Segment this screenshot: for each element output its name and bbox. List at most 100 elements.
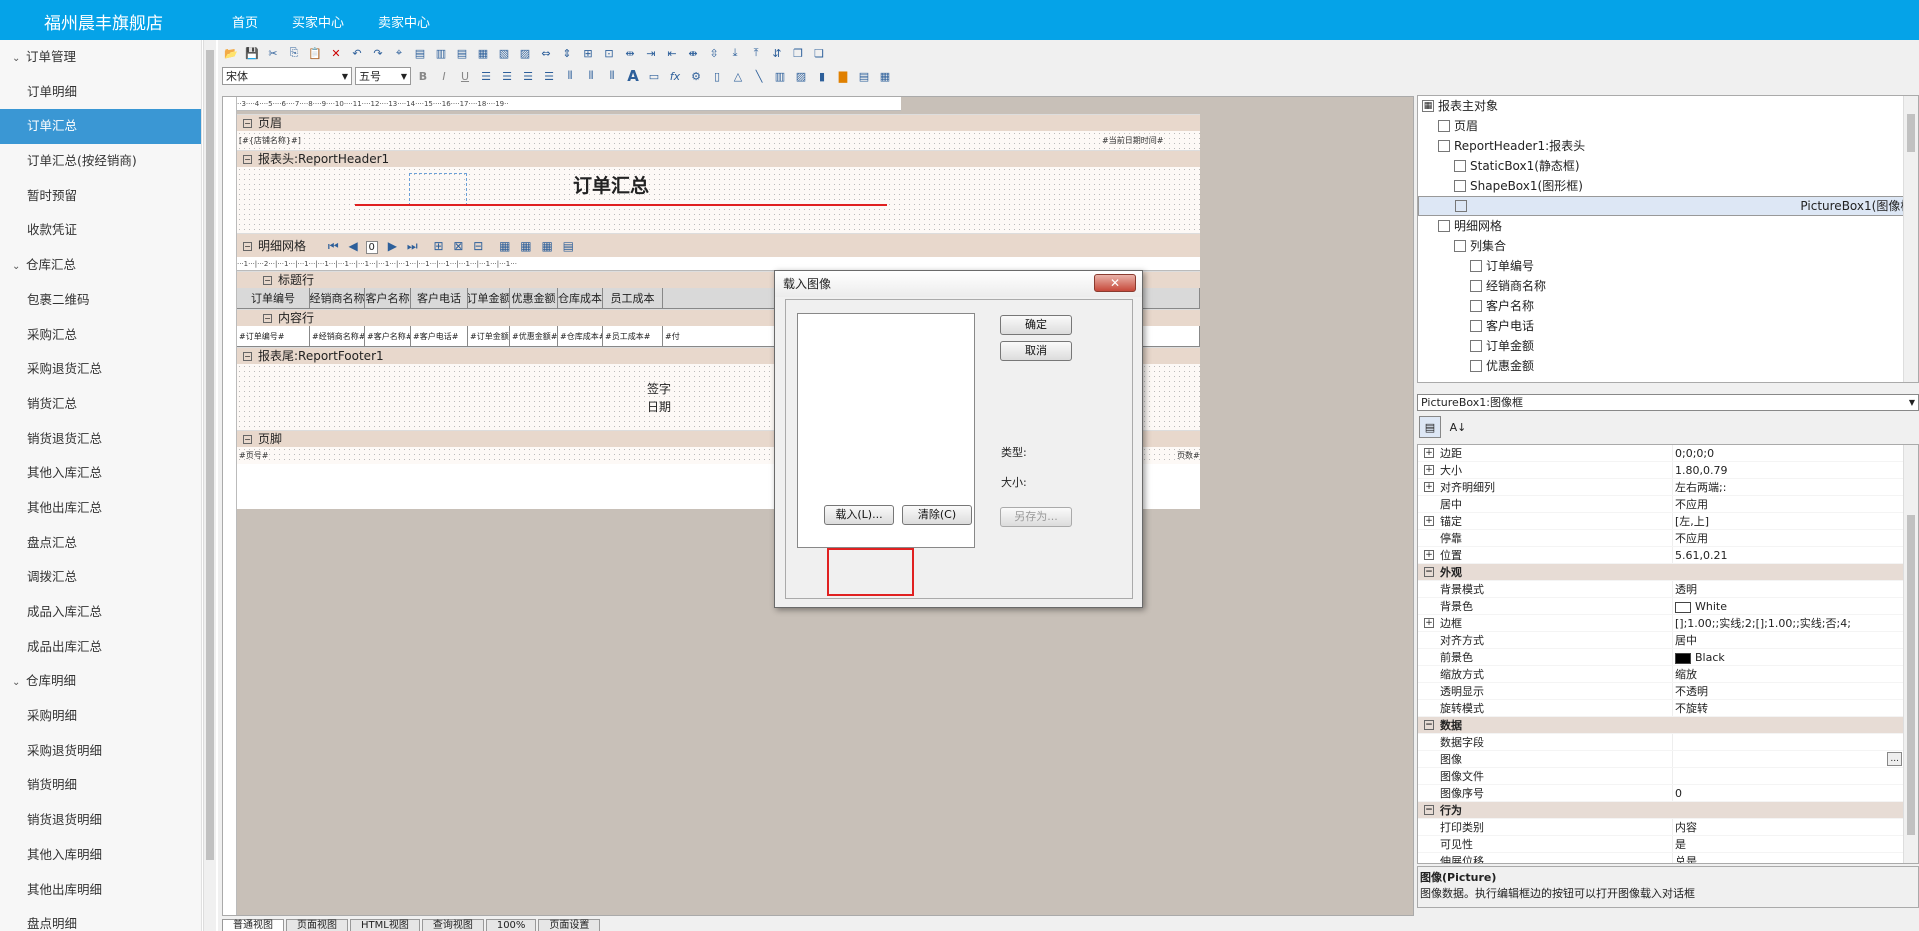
same-size-icon[interactable]: ⊞: [579, 44, 597, 62]
grid-cell-field[interactable]: #订单编号#: [237, 326, 310, 346]
view-tab[interactable]: 普通视图: [222, 919, 284, 931]
memo-icon[interactable]: ▯: [708, 67, 726, 85]
last-page-icon[interactable]: ⏭: [407, 239, 418, 253]
sidebar-item[interactable]: 盘点明细: [0, 907, 201, 931]
sidebar-item[interactable]: 订单明细: [0, 75, 201, 110]
sidebar-item[interactable]: 其他入库明细: [0, 838, 201, 873]
collapse-icon[interactable]: −: [243, 242, 252, 251]
delete-icon[interactable]: ✕: [327, 44, 345, 62]
collapse-icon[interactable]: −: [243, 435, 252, 444]
property-row[interactable]: + 对齐明细列 左右两端;:: [1418, 479, 1918, 496]
align-middle-icon[interactable]: ▧: [495, 44, 513, 62]
text-right-icon[interactable]: ☰: [519, 67, 537, 85]
tree-node[interactable]: 明细网格: [1418, 216, 1918, 236]
property-row[interactable]: 伸展位移 总是: [1418, 853, 1918, 863]
h-space-rm-icon[interactable]: ⇼: [684, 44, 702, 62]
subreport-icon[interactable]: ▤: [855, 67, 873, 85]
property-value[interactable]: 总是: [1672, 853, 1918, 863]
text-left-icon[interactable]: ☰: [477, 67, 495, 85]
bring-front-icon[interactable]: ❐: [789, 44, 807, 62]
grid-tool-icon[interactable]: ▤: [563, 239, 574, 253]
italic-icon[interactable]: I: [435, 67, 453, 85]
tree-scrollbar[interactable]: [1903, 96, 1918, 382]
property-row[interactable]: + 边距 0;0;0;0: [1418, 445, 1918, 462]
property-category[interactable]: − 行为: [1418, 802, 1918, 819]
property-row[interactable]: 图像文件: [1418, 768, 1918, 785]
grid-snap-icon[interactable]: ⊡: [600, 44, 618, 62]
tree-node[interactable]: ▦ 报表主对象: [1418, 96, 1918, 116]
property-value[interactable]: Black: [1672, 649, 1918, 665]
h-space-inc-icon[interactable]: ⇥: [642, 44, 660, 62]
property-value[interactable]: 透明: [1672, 581, 1918, 597]
copy-icon[interactable]: ⎘: [285, 44, 303, 62]
property-value[interactable]: 左右两端;:: [1672, 479, 1918, 495]
undo-icon[interactable]: ↶: [348, 44, 366, 62]
shape-icon[interactable]: △: [729, 67, 747, 85]
view-tab[interactable]: 页面设置: [538, 919, 601, 931]
collapse-icon[interactable]: −: [1424, 805, 1434, 815]
v-space-icon[interactable]: ⇳: [705, 44, 723, 62]
sidebar-group[interactable]: ⌄ 仓库汇总: [0, 248, 201, 283]
align-center-icon[interactable]: ▥: [432, 44, 450, 62]
next-page-icon[interactable]: ▶: [388, 239, 397, 253]
grid-column-header[interactable]: 经销商名称: [310, 288, 365, 308]
save-as-button[interactable]: 另存为...: [1000, 507, 1072, 527]
property-value[interactable]: ...: [1672, 751, 1918, 767]
sidebar-scrollbar[interactable]: [203, 40, 216, 931]
property-row[interactable]: 缩放方式 缩放: [1418, 666, 1918, 683]
property-row[interactable]: + 位置 5.61,0.21: [1418, 547, 1918, 564]
tree-node[interactable]: 经销商名称: [1418, 276, 1918, 296]
property-row[interactable]: 旋转模式 不旋转: [1418, 700, 1918, 717]
line-icon[interactable]: ╲: [750, 67, 768, 85]
nav-buyer-center[interactable]: 买家中心: [292, 12, 344, 31]
report-header-band[interactable]: 订单汇总: [237, 167, 1200, 233]
expand-icon[interactable]: +: [1424, 482, 1434, 492]
store-name-field[interactable]: [#{店铺名称}#]: [239, 135, 301, 146]
save-icon[interactable]: 💾: [243, 44, 261, 62]
grid-column-header[interactable]: 优惠金额: [510, 288, 558, 308]
collapse-icon[interactable]: −: [263, 314, 272, 323]
grid-tool-icon[interactable]: ⊠: [453, 239, 463, 253]
property-row[interactable]: 背景模式 透明: [1418, 581, 1918, 598]
h-space-dec-icon[interactable]: ⇤: [663, 44, 681, 62]
property-category[interactable]: − 数据: [1418, 717, 1918, 734]
page-header-band-title[interactable]: − 页眉: [237, 114, 1200, 131]
categorized-icon[interactable]: ▤: [1419, 416, 1441, 438]
property-row[interactable]: 图像序号 0: [1418, 785, 1918, 802]
grid-cell-field[interactable]: #员工成本#: [603, 326, 663, 346]
col-left-icon[interactable]: ⫴: [561, 67, 579, 85]
property-value[interactable]: 不应用: [1672, 496, 1918, 512]
grid-tool-icon[interactable]: ▦: [520, 239, 531, 253]
underline-icon[interactable]: U: [456, 67, 474, 85]
sidebar-item[interactable]: 订单汇总: [0, 109, 201, 145]
picture-box-selected[interactable]: [409, 173, 467, 206]
cut-icon[interactable]: ✂: [264, 44, 282, 62]
prev-page-icon[interactable]: ◀: [348, 239, 357, 253]
send-back-icon[interactable]: ❏: [810, 44, 828, 62]
sidebar-item[interactable]: 盘点汇总: [0, 526, 201, 561]
property-row[interactable]: + 边框 [];1.00;;实线;2;[];1.00;;实线;否;4;: [1418, 615, 1918, 632]
expand-icon[interactable]: +: [1424, 550, 1434, 560]
sidebar-item[interactable]: 采购明细: [0, 699, 201, 734]
grid-column-header[interactable]: 订单编号: [237, 288, 310, 308]
v-space-rm-icon[interactable]: ⇵: [768, 44, 786, 62]
tree-node[interactable]: 客户电话: [1418, 316, 1918, 336]
sign-label[interactable]: 签字: [647, 380, 671, 397]
h-space-icon[interactable]: ⇹: [621, 44, 639, 62]
close-icon[interactable]: ✕: [1094, 274, 1136, 292]
tree-node[interactable]: ReportHeader1:报表头: [1418, 136, 1918, 156]
barcode-icon[interactable]: ▥: [771, 67, 789, 85]
tree-node[interactable]: 页眉: [1418, 116, 1918, 136]
ok-button[interactable]: 确定: [1000, 315, 1072, 335]
collapse-icon[interactable]: −: [243, 155, 252, 164]
sidebar-item[interactable]: 包裹二维码: [0, 283, 201, 318]
date-label[interactable]: 日期: [647, 398, 671, 415]
tree-node[interactable]: ShapeBox1(图形框): [1418, 176, 1918, 196]
current-date-field[interactable]: #当前日期时间#: [1102, 135, 1163, 146]
property-row[interactable]: 打印类别 内容: [1418, 819, 1918, 836]
grid-cell-field[interactable]: #订单金额#: [468, 326, 510, 346]
sidebar-item[interactable]: 暂时预留: [0, 179, 201, 214]
align-bottom-icon[interactable]: ▨: [516, 44, 534, 62]
open-icon[interactable]: 📂: [222, 44, 240, 62]
grid-cell-field[interactable]: #仓库成本#: [558, 326, 603, 346]
